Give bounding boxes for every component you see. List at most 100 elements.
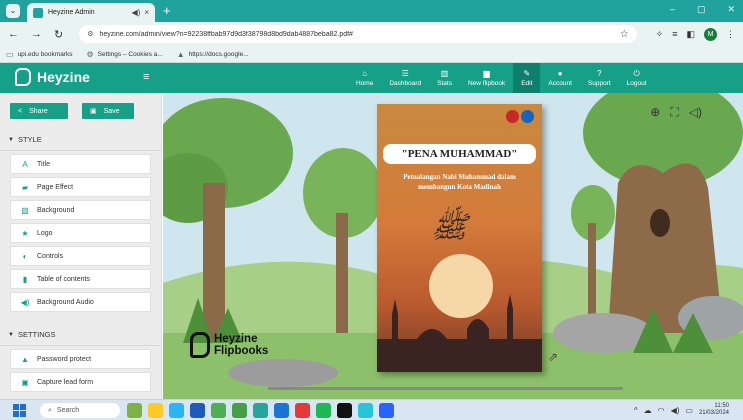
- url-bar[interactable]: ⚙ heyzine.com/admin/view?n=92238ffbab97d…: [79, 25, 637, 43]
- forward-icon[interactable]: →: [31, 28, 42, 40]
- item-label: Password protect: [37, 355, 92, 363]
- book-cover[interactable]: "PENA MUHAMMAD" Petualangan Nabi Muhamma…: [377, 104, 542, 372]
- item-icon: A: [22, 159, 28, 169]
- item-label: Controls: [37, 252, 64, 260]
- windows-start-icon[interactable]: [13, 404, 26, 417]
- share-arrow-icon[interactable]: ⇗: [548, 350, 558, 364]
- system-tray: ^ ☁ ◠ ◀) ▭ 11:50 21/03/2024: [634, 403, 729, 417]
- clock[interactable]: 11:50 21/03/2024: [699, 403, 729, 417]
- zoom-in-icon[interactable]: ⊕: [650, 105, 660, 120]
- nav-new-flipbook[interactable]: ▆ New flipbook: [460, 63, 513, 93]
- reload-icon[interactable]: ↻: [54, 28, 63, 41]
- chrome-icon[interactable]: [211, 403, 226, 418]
- style-item-logo[interactable]: ★ Logo: [10, 223, 151, 243]
- app-icon[interactable]: [253, 403, 268, 418]
- share-button[interactable]: < Share: [10, 103, 68, 119]
- nav-dashboard[interactable]: ☰ Dashboard: [381, 63, 429, 93]
- file-explorer-icon[interactable]: [148, 403, 163, 418]
- nav-home[interactable]: ⌂ Home: [348, 63, 381, 93]
- close-window-icon[interactable]: ✕: [727, 4, 735, 15]
- item-label: Title: [37, 160, 50, 168]
- nav-account[interactable]: ● Account: [540, 63, 580, 93]
- style-item-page-effect[interactable]: ▰ Page Effect: [10, 177, 151, 197]
- nav-edit[interactable]: ✎ Edit: [513, 63, 541, 93]
- nav-stats[interactable]: ▥ Stats: [429, 63, 460, 93]
- page-scrollbar[interactable]: [268, 387, 623, 390]
- window-controls: – ▢ ✕: [670, 4, 735, 15]
- item-label: Logo: [37, 229, 53, 237]
- item-label: Table of contents: [37, 275, 90, 283]
- edge-icon[interactable]: [169, 403, 184, 418]
- style-item-background-audio[interactable]: ◀) Background Audio: [10, 292, 151, 312]
- sidepanel-icon[interactable]: ◧: [686, 29, 695, 40]
- new-tab-icon[interactable]: +: [163, 3, 171, 18]
- save-button[interactable]: ▣ Save: [82, 103, 134, 119]
- taskbar-search[interactable]: ⌕ Search: [40, 403, 120, 418]
- flipbook-viewer: "PENA MUHAMMAD" Petualangan Nabi Muhamma…: [163, 93, 743, 399]
- address-toolbar: ← → ↻ ⚙ heyzine.com/admin/view?n=92238ff…: [0, 22, 743, 46]
- store-icon[interactable]: [274, 403, 289, 418]
- style-item-table-of-contents[interactable]: ▮ Table of contents: [10, 269, 151, 289]
- chrome-profile-icon[interactable]: [232, 403, 247, 418]
- style-item-controls[interactable]: ◐ Controls: [10, 246, 151, 266]
- wifi-icon[interactable]: ◠: [658, 406, 665, 415]
- close-tab-icon[interactable]: ×: [144, 8, 149, 17]
- show-hidden-icons[interactable]: ^: [634, 406, 638, 415]
- settings-item-capture-lead-form[interactable]: ▣ Capture lead form: [10, 372, 151, 392]
- hamburger-menu-icon[interactable]: ≡: [143, 71, 149, 83]
- university-logo-icon: [521, 110, 534, 123]
- minimize-icon[interactable]: –: [670, 4, 675, 15]
- tab-title: Heyzine Admin: [48, 9, 95, 16]
- app-header: Heyzine ≡ ⌂ Home ☰ Dashboard ▥ Stats ▆ New flip…: [0, 63, 743, 93]
- tiktok-icon[interactable]: [337, 403, 352, 418]
- sound-icon[interactable]: ◁): [689, 105, 702, 120]
- share-icon: <: [18, 107, 23, 115]
- spotify-icon[interactable]: [316, 403, 331, 418]
- back-icon[interactable]: ←: [8, 28, 19, 40]
- volume-icon[interactable]: ◀): [671, 406, 680, 415]
- caret-down-icon: ▼: [8, 136, 14, 143]
- style-section-header[interactable]: ▼ STYLE: [0, 129, 161, 151]
- home-icon: ⌂: [362, 69, 368, 78]
- gear-icon: ⚙: [86, 49, 94, 59]
- mute-icon[interactable]: ◀): [132, 8, 141, 17]
- site-info-icon[interactable]: ⚙: [87, 30, 93, 38]
- google-drive-icon: ▲: [176, 49, 185, 59]
- word-icon[interactable]: [190, 403, 205, 418]
- profile-avatar-icon[interactable]: M: [704, 27, 717, 41]
- chat-icon[interactable]: [358, 403, 373, 418]
- item-label: Background Audio: [37, 298, 94, 306]
- folder-icon: ▭: [6, 49, 14, 59]
- style-item-background[interactable]: ▧ Background: [10, 200, 151, 220]
- list-icon: ☰: [401, 69, 409, 78]
- reading-list-icon[interactable]: ≡: [672, 29, 677, 39]
- item-label: Page Effect: [37, 183, 74, 191]
- book-title: "PENA MUHAMMAD": [383, 144, 536, 164]
- item-label: Background: [37, 206, 75, 214]
- more-menu-icon[interactable]: ⋮: [726, 29, 735, 40]
- heyzine-logo[interactable]: Heyzine: [15, 68, 90, 86]
- bookmark-item[interactable]: ⚙ Settings – Cookies a...: [86, 50, 162, 59]
- cloud-icon[interactable]: ☁: [644, 406, 652, 415]
- nav-logout[interactable]: ⏻ Logout: [619, 63, 655, 93]
- fullscreen-icon[interactable]: ⛶: [670, 105, 678, 120]
- mosque-silhouette: [377, 294, 542, 372]
- bookmark-item[interactable]: ▭ upi.edu bookmarks: [6, 50, 72, 59]
- restore-icon[interactable]: ▢: [697, 4, 706, 15]
- nav-label: Edit: [521, 80, 533, 87]
- chrome-canary-icon[interactable]: [379, 403, 394, 418]
- browser-tab[interactable]: Heyzine Admin ◀) ×: [27, 3, 155, 22]
- tab-search-icon[interactable]: ⌄: [6, 4, 20, 18]
- widget-icon[interactable]: [127, 403, 142, 418]
- windows-taskbar: ⌕ Search ^ ☁ ◠ ◀) ▭ 11:50 21/03/2024: [0, 399, 743, 420]
- extensions-icon[interactable]: ✧: [656, 29, 664, 40]
- style-item-title[interactable]: A Title: [10, 154, 151, 174]
- item-icon: ▲: [21, 354, 29, 364]
- settings-section-header[interactable]: ▼ SETTINGS: [0, 324, 161, 346]
- battery-icon[interactable]: ▭: [685, 406, 693, 415]
- app-icon[interactable]: [295, 403, 310, 418]
- nav-support[interactable]: ? Support: [580, 63, 619, 93]
- bookmark-star-icon[interactable]: ☆: [620, 29, 629, 40]
- settings-item-password-protect[interactable]: ▲ Password protect: [10, 349, 151, 369]
- bookmark-item[interactable]: ▲ https://docs.google...: [177, 50, 249, 59]
